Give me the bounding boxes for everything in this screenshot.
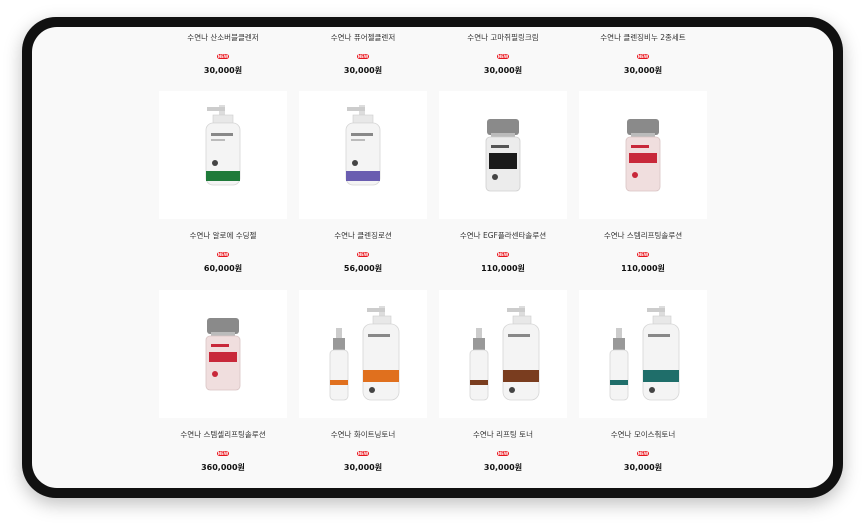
device-frame: 수연나 산소버블클렌저 NEW 30,000원 수연나 퓨어젤클렌저 NEW 3…	[22, 17, 843, 498]
toner-set-icon	[469, 306, 540, 401]
product-price: 110,000원	[481, 264, 525, 273]
vial-icon	[485, 119, 521, 192]
new-badge: NEW	[357, 54, 369, 59]
product-name[interactable]: 수연나 클렌징로션	[299, 231, 427, 241]
product-card[interactable]: 수연나 클렌징로션 NEW 56,000원	[299, 91, 427, 274]
new-badge: NEW	[217, 451, 229, 456]
product-image[interactable]	[159, 91, 287, 219]
new-badge: NEW	[637, 451, 649, 456]
product-name[interactable]: 수연나 모이스춰토너	[579, 430, 707, 440]
pump-bottle-icon	[205, 105, 241, 186]
product-image[interactable]	[439, 290, 567, 418]
product-name[interactable]: 수연나 스템셀리프팅솔루션	[159, 430, 287, 440]
product-price: 30,000원	[483, 66, 523, 75]
product-card[interactable]: 수연나 퓨어젤클렌저 NEW 30,000원	[299, 27, 427, 76]
product-name[interactable]: 수연나 알로에 수딩젤	[159, 231, 287, 241]
product-price: 30,000원	[623, 463, 663, 472]
product-price: 30,000원	[343, 66, 383, 75]
product-card[interactable]: 수연나 산소버블클렌저 NEW 30,000원	[159, 27, 287, 76]
product-price: 56,000원	[343, 264, 383, 273]
product-image[interactable]	[299, 91, 427, 219]
product-card[interactable]: 수연나 화이트닝토너 NEW 30,000원	[299, 290, 427, 473]
new-badge: NEW	[637, 54, 649, 59]
product-name[interactable]: 수연나 퓨어젤클렌저	[299, 33, 427, 43]
product-card[interactable]: 수연나 EGF플라센타솔루션 NEW 110,000원	[439, 91, 567, 274]
product-price: 110,000원	[621, 264, 665, 273]
product-card[interactable]: 수연나 스템리프팅솔루션 NEW 110,000원	[579, 91, 707, 274]
product-card[interactable]: 수연나 스템셀리프팅솔루션 NEW 360,000원	[159, 290, 287, 473]
product-card[interactable]: 수연나 고마쥐필링크림 NEW 30,000원	[439, 27, 567, 76]
new-badge: NEW	[357, 252, 369, 257]
toner-set-icon	[609, 306, 680, 401]
product-card[interactable]: 수연나 클렌징비누 2종세트 NEW 30,000원	[579, 27, 707, 76]
product-name[interactable]: 수연나 고마쥐필링크림	[439, 33, 567, 43]
new-badge: NEW	[497, 252, 509, 257]
product-card[interactable]: 수연나 알로에 수딩젤 NEW 60,000원	[159, 91, 287, 274]
product-image[interactable]	[579, 290, 707, 418]
product-price: 360,000원	[201, 463, 245, 472]
product-price: 30,000원	[203, 66, 243, 75]
product-price: 30,000원	[343, 463, 383, 472]
product-name[interactable]: 수연나 스템리프팅솔루션	[579, 231, 707, 241]
product-price: 60,000원	[203, 264, 243, 273]
new-badge: NEW	[497, 451, 509, 456]
new-badge: NEW	[217, 252, 229, 257]
product-name[interactable]: 수연나 EGF플라센타솔루션	[439, 231, 567, 241]
vial-icon	[625, 119, 661, 192]
product-name[interactable]: 수연나 리프팅 토너	[439, 430, 567, 440]
product-name[interactable]: 수연나 산소버블클렌저	[159, 33, 287, 43]
product-price: 30,000원	[483, 463, 523, 472]
product-card[interactable]: 수연나 모이스춰토너 NEW 30,000원	[579, 290, 707, 473]
product-image[interactable]	[579, 91, 707, 219]
pump-bottle-icon	[345, 105, 381, 186]
new-badge: NEW	[637, 252, 649, 257]
product-image[interactable]	[439, 91, 567, 219]
product-name[interactable]: 수연나 화이트닝토너	[299, 430, 427, 440]
toner-set-icon	[329, 306, 400, 401]
new-badge: NEW	[497, 54, 509, 59]
product-image[interactable]	[159, 290, 287, 418]
new-badge: NEW	[217, 54, 229, 59]
product-price: 30,000원	[623, 66, 663, 75]
product-name[interactable]: 수연나 클렌징비누 2종세트	[579, 33, 707, 43]
product-image[interactable]	[299, 290, 427, 418]
product-card[interactable]: 수연나 리프팅 토너 NEW 30,000원	[439, 290, 567, 473]
vial-icon	[205, 318, 241, 391]
product-list-screen[interactable]: 수연나 산소버블클렌저 NEW 30,000원 수연나 퓨어젤클렌저 NEW 3…	[32, 27, 833, 488]
new-badge: NEW	[357, 451, 369, 456]
